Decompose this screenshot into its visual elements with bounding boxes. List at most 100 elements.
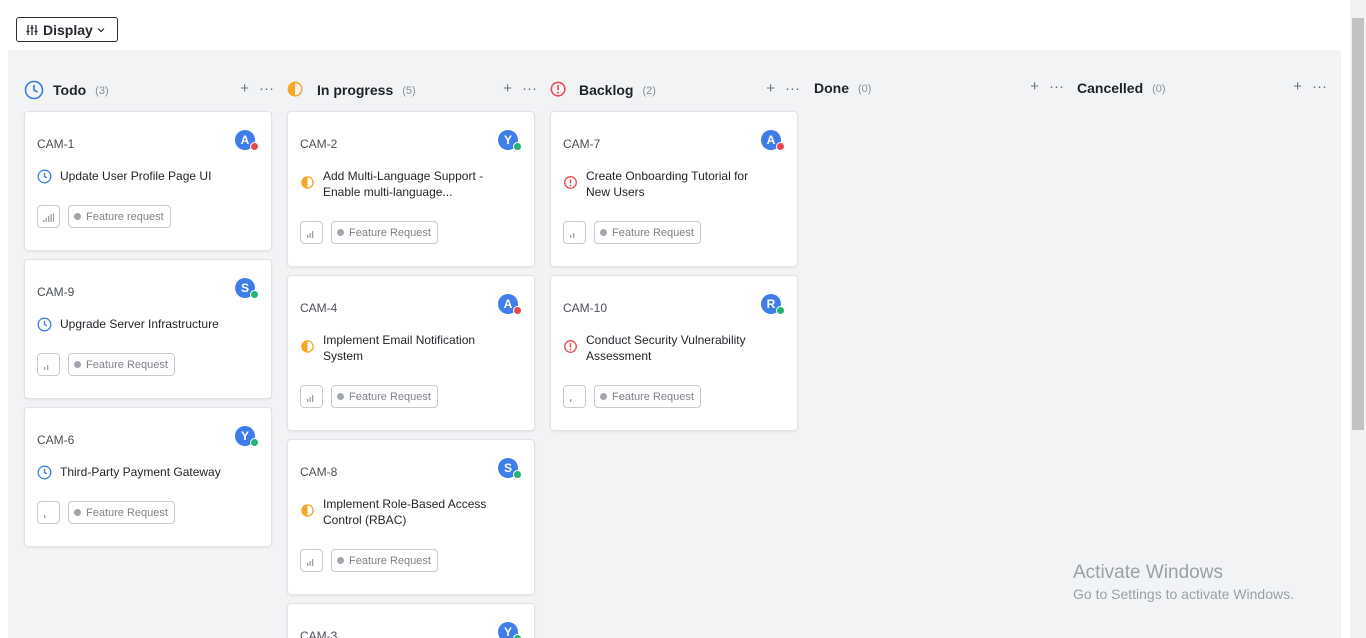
- column-title: Todo: [53, 82, 87, 98]
- more-options-icon[interactable]: ···: [1312, 79, 1327, 95]
- avatar[interactable]: A: [498, 294, 522, 315]
- issue-title: Implement Email Notification System: [323, 333, 476, 363]
- avatar[interactable]: S: [235, 278, 259, 299]
- priority-icon[interactable]: [563, 385, 586, 408]
- sliders-icon: [26, 24, 38, 35]
- add-card-icon[interactable]: +: [1030, 79, 1039, 95]
- issue-id: CAM-4: [300, 301, 338, 315]
- issue-card[interactable]: CAM-1 A Update User Profile Page UI Feat…: [24, 111, 272, 251]
- issue-id: CAM-3: [300, 629, 338, 638]
- issue-title: Update User Profile Page UI: [60, 169, 212, 183]
- label-tag[interactable]: Feature Request: [68, 501, 175, 524]
- presence-dot: [513, 142, 522, 151]
- label-tag[interactable]: Feature request: [68, 205, 171, 228]
- add-card-icon[interactable]: +: [503, 81, 512, 97]
- column-header: Backlog (2) + ···: [550, 78, 800, 102]
- column-title: In progress: [317, 82, 394, 98]
- issue-card[interactable]: CAM-10 R Conduct Security Vulnerability …: [550, 275, 798, 431]
- issue-card[interactable]: CAM-6 Y Third-Party Payment Gateway Feat…: [24, 407, 272, 547]
- half-circle-icon: [287, 81, 303, 97]
- vertical-scrollbar[interactable]: [1350, 0, 1366, 638]
- priority-icon[interactable]: [300, 221, 323, 244]
- issue-id: CAM-6: [37, 433, 75, 447]
- column-title: Cancelled: [1077, 80, 1144, 96]
- avatar[interactable]: A: [235, 130, 259, 151]
- top-toolbar: Display: [0, 0, 1350, 50]
- chevron-down-icon: [97, 27, 105, 32]
- priority-icon[interactable]: [563, 221, 586, 244]
- presence-dot: [513, 306, 522, 315]
- issue-id: CAM-9: [37, 285, 75, 299]
- more-options-icon[interactable]: ···: [522, 81, 537, 97]
- avatar[interactable]: Y: [235, 426, 259, 447]
- issue-title: Add Multi-Language Support - Enable mult…: [323, 169, 484, 199]
- clock-icon: [37, 317, 52, 332]
- presence-dot: [250, 142, 259, 151]
- label-tag[interactable]: Feature Request: [331, 385, 438, 408]
- avatar[interactable]: A: [761, 130, 785, 151]
- presence-dot: [776, 142, 785, 151]
- half-circle-icon: [301, 176, 314, 189]
- alert-circle-icon: [550, 81, 566, 97]
- priority-icon[interactable]: [300, 549, 323, 572]
- column-done: Done (0) + ···: [814, 50, 1064, 638]
- column-header: Done (0) + ···: [814, 76, 1064, 100]
- presence-dot: [513, 470, 522, 479]
- issue-card[interactable]: CAM-2 Y Add Multi-Language Support - Ena…: [287, 111, 535, 267]
- add-card-icon[interactable]: +: [766, 81, 775, 97]
- avatar[interactable]: Y: [498, 622, 522, 638]
- issue-title: Create Onboarding Tutorial for New Users: [586, 169, 749, 199]
- column-header: In progress (5) + ···: [287, 78, 537, 102]
- add-card-icon[interactable]: +: [1293, 79, 1302, 95]
- scrollbar-thumb[interactable]: [1352, 18, 1364, 430]
- label-tag[interactable]: Feature Request: [594, 385, 701, 408]
- column-count: (0): [1152, 83, 1166, 95]
- column-count: (0): [858, 83, 872, 95]
- issue-id: CAM-10: [563, 301, 608, 315]
- alert-circle-icon: [564, 176, 577, 189]
- column-backlog: Backlog (2) + ··· CAM-7 A Create Onboard…: [550, 50, 800, 638]
- presence-dot: [513, 634, 522, 638]
- issue-card[interactable]: CAM-4 A Implement Email Notification Sys…: [287, 275, 535, 431]
- half-circle-icon: [301, 504, 314, 517]
- column-todo: Todo (3) + ··· CAM-1 A Update User Profi…: [24, 50, 274, 638]
- issue-card[interactable]: CAM-9 S Upgrade Server Infrastructure Fe…: [24, 259, 272, 399]
- priority-icon[interactable]: [37, 205, 60, 228]
- column-in-progress: In progress (5) + ··· CAM-2 Y Add Multi-…: [287, 50, 537, 638]
- kanban-board: Todo (3) + ··· CAM-1 A Update User Profi…: [8, 50, 1341, 638]
- clock-icon: [24, 80, 44, 100]
- label-tag[interactable]: Feature Request: [68, 353, 175, 376]
- clock-icon: [37, 169, 52, 184]
- issue-card[interactable]: CAM-7 A Create Onboarding Tutorial for N…: [550, 111, 798, 267]
- priority-icon[interactable]: [37, 353, 60, 376]
- issue-id: CAM-2: [300, 137, 338, 151]
- priority-icon[interactable]: [300, 385, 323, 408]
- alert-circle-icon: [564, 340, 577, 353]
- more-options-icon[interactable]: ···: [1049, 79, 1064, 95]
- display-button[interactable]: Display: [16, 17, 118, 42]
- clock-icon: [37, 465, 52, 480]
- add-card-icon[interactable]: +: [240, 81, 249, 97]
- label-tag[interactable]: Feature Request: [331, 221, 438, 244]
- avatar[interactable]: S: [498, 458, 522, 479]
- issue-card[interactable]: CAM-8 S Implement Role-Based Access Cont…: [287, 439, 535, 595]
- more-options-icon[interactable]: ···: [785, 81, 800, 97]
- column-title: Done: [814, 80, 849, 96]
- half-circle-icon: [301, 340, 314, 353]
- priority-icon[interactable]: [37, 501, 60, 524]
- column-header: Todo (3) + ···: [24, 78, 274, 102]
- issue-id: CAM-7: [563, 137, 601, 151]
- label-tag[interactable]: Feature Request: [331, 549, 438, 572]
- issue-title: Upgrade Server Infrastructure: [60, 317, 219, 331]
- issue-title: Third-Party Payment Gateway: [60, 465, 221, 479]
- column-header: Cancelled (0) + ···: [1077, 76, 1327, 100]
- issue-card[interactable]: CAM-3 Y: [287, 603, 535, 638]
- presence-dot: [250, 438, 259, 447]
- display-button-label: Display: [43, 21, 93, 38]
- label-tag[interactable]: Feature Request: [594, 221, 701, 244]
- avatar[interactable]: Y: [498, 130, 522, 151]
- avatar[interactable]: R: [761, 294, 785, 315]
- more-options-icon[interactable]: ···: [259, 81, 274, 97]
- column-count: (3): [95, 85, 109, 97]
- presence-dot: [250, 290, 259, 299]
